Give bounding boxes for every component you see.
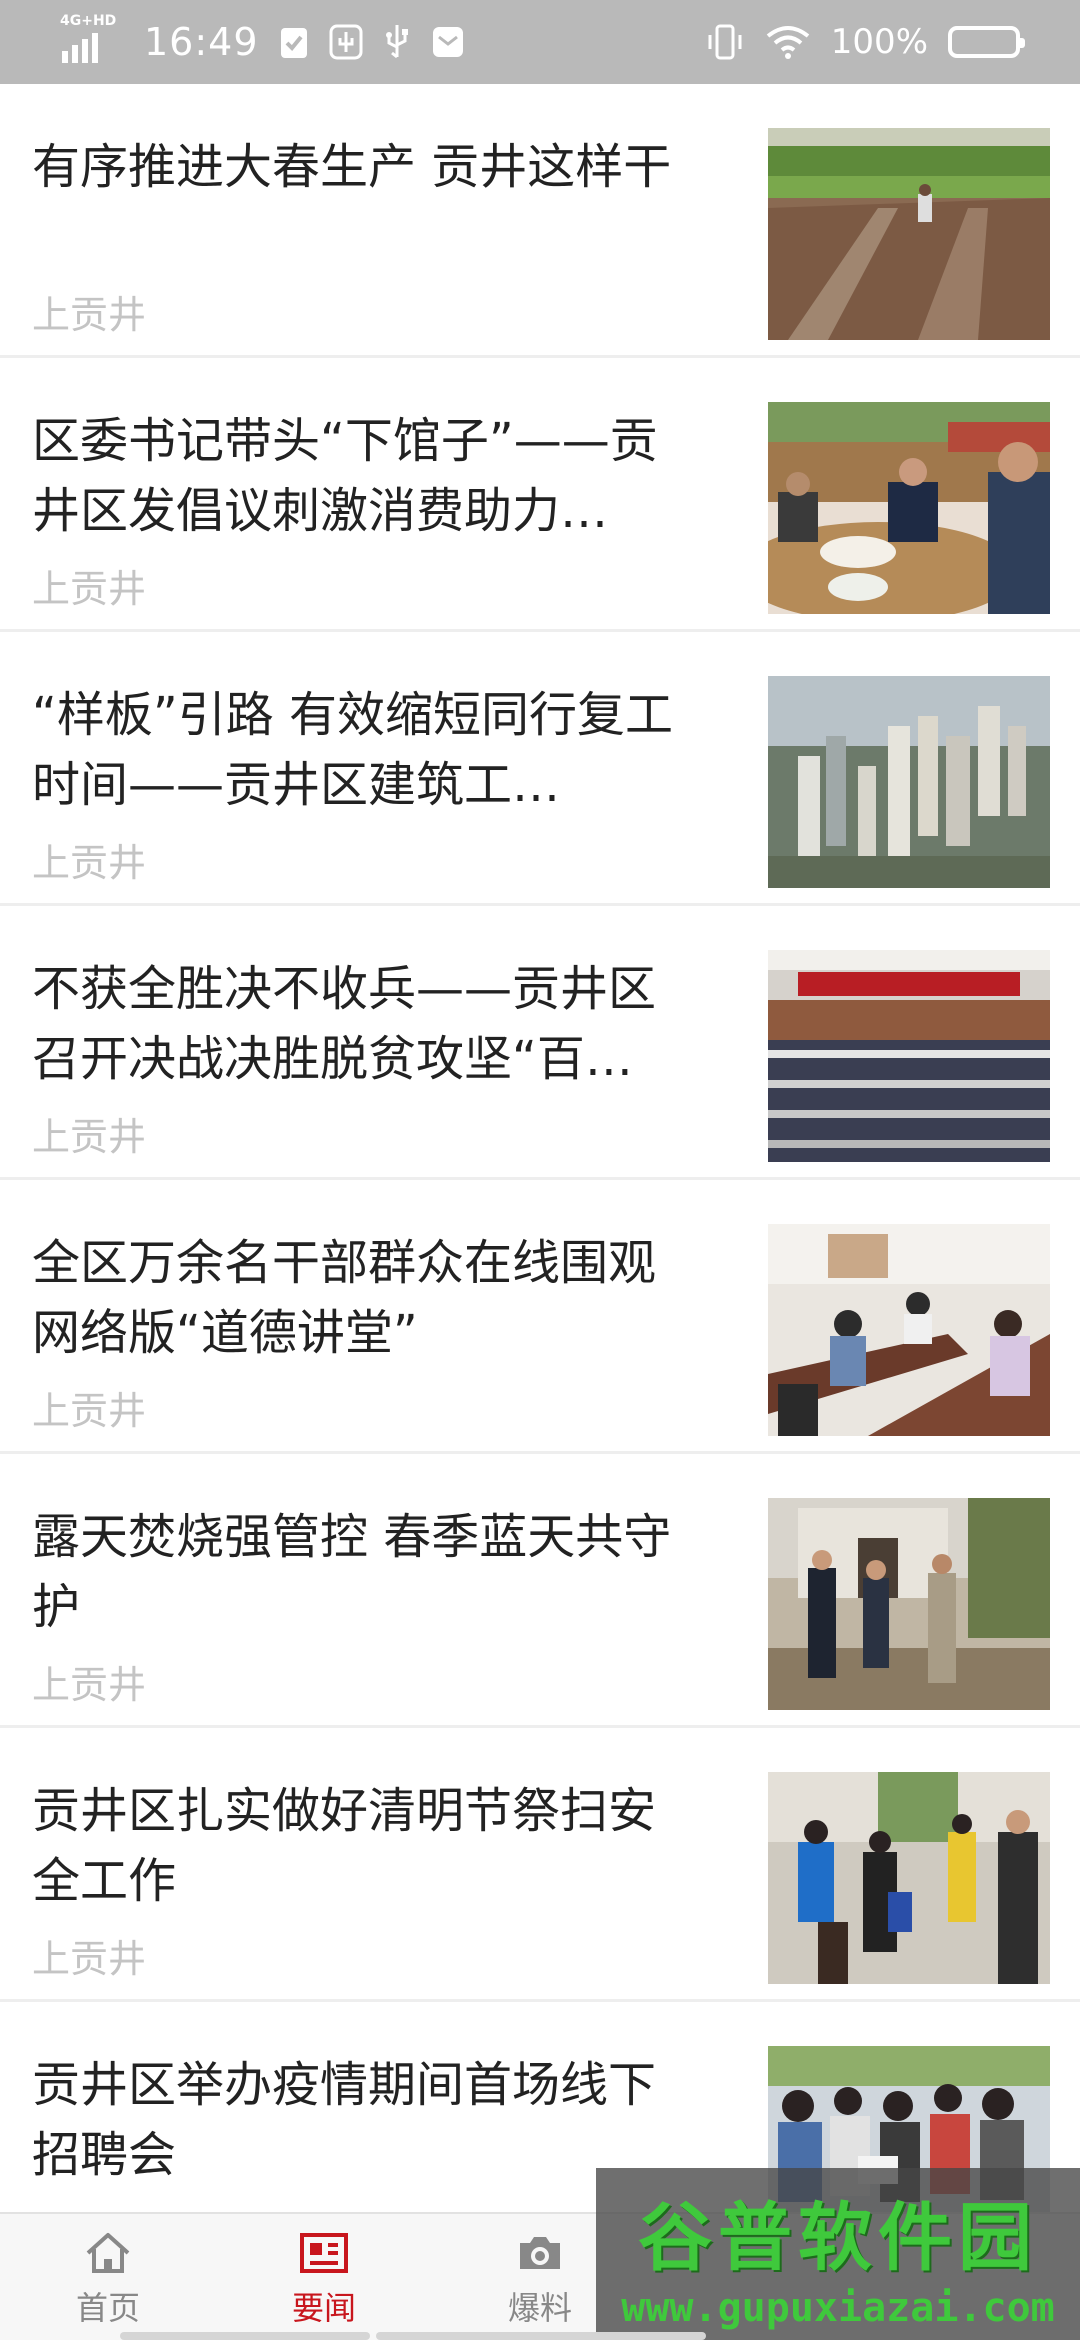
network-type-label: 4G+HD xyxy=(60,13,117,29)
conference-hall-photo xyxy=(768,950,1050,1162)
news-source: 上贡井 xyxy=(32,1663,147,1707)
restaurant-dining-photo xyxy=(768,402,1050,614)
camera-icon xyxy=(514,2227,566,2279)
news-title: 全区万余名干部群众在线围观网络版“道德讲堂” xyxy=(32,1235,657,1361)
status-right: 100% xyxy=(705,22,1025,62)
battery-percent: 100% xyxy=(830,22,928,62)
tab-news[interactable]: 要闻 xyxy=(216,2214,432,2342)
news-title: 有序推进大春生产 贡井这样干 xyxy=(32,139,672,195)
city-buildings-photo xyxy=(768,676,1050,888)
clipboard-check-icon xyxy=(279,24,309,60)
news-source: 上贡井 xyxy=(32,567,147,611)
news-source: 上贡井 xyxy=(32,1115,147,1159)
message-icon xyxy=(431,25,465,59)
news-item[interactable]: 露天焚烧强管控 春季蓝天共守护 上贡井 xyxy=(0,1454,1080,1728)
tab-label: 要闻 xyxy=(291,2289,356,2327)
news-source: 上贡井 xyxy=(32,293,147,337)
battery-icon xyxy=(948,26,1025,58)
meeting-room-photo xyxy=(768,1224,1050,1436)
news-title: 不获全胜决不收兵——贡井区召开决战决胜脱贫攻坚“百… xyxy=(32,961,657,1087)
news-item[interactable]: “样板”引路 有效缩短同行复工时间——贡井区建筑工… 上贡井 xyxy=(0,632,1080,906)
news-title: “样板”引路 有效缩短同行复工时间——贡井区建筑工… xyxy=(32,687,673,813)
status-bar: 4G+HD 16:49 100% xyxy=(0,0,1080,84)
status-left: 4G+HD 16:49 xyxy=(60,13,465,67)
cellular-signal-icon: 4G+HD xyxy=(60,13,124,67)
gesture-bar-left xyxy=(120,2332,370,2340)
tab-home[interactable]: 首页 xyxy=(0,2214,216,2342)
news-title: 露天焚烧强管控 春季蓝天共守护 xyxy=(32,1509,672,1635)
vibrate-icon xyxy=(705,23,745,61)
news-feed: 有序推进大春生产 贡井这样干 上贡井 区委书记带头“下馆子”——贡井区发倡议刺激… xyxy=(0,84,1080,2276)
watermark-url: www.gupuxiazai.com xyxy=(621,2284,1055,2331)
farm-field-photo xyxy=(768,128,1050,340)
volunteers-photo xyxy=(768,1772,1050,1984)
newspaper-icon xyxy=(298,2227,350,2279)
usb-icon xyxy=(383,23,411,61)
news-source: 上贡井 xyxy=(32,1937,147,1981)
tab-label: 爆料 xyxy=(507,2289,572,2327)
news-item[interactable]: 全区万余名干部群众在线围观网络版“道德讲堂” 上贡井 xyxy=(0,1180,1080,1454)
news-item[interactable]: 不获全胜决不收兵——贡井区召开决战决胜脱贫攻坚“百… 上贡井 xyxy=(0,906,1080,1180)
site-watermark: 谷普软件园 www.gupuxiazai.com xyxy=(596,2168,1080,2340)
news-item[interactable]: 贡井区扎实做好清明节祭扫安全工作 上贡井 xyxy=(0,1728,1080,2002)
tab-label: 首页 xyxy=(75,2289,140,2327)
clock: 16:49 xyxy=(144,20,259,64)
gesture-bar-right xyxy=(376,2332,706,2340)
usb-debug-icon xyxy=(329,24,363,60)
news-item[interactable]: 有序推进大春生产 贡井这样干 上贡井 xyxy=(0,84,1080,358)
watermark-title: 谷普软件园 xyxy=(638,2194,1038,2281)
news-item[interactable]: 区委书记带头“下馆子”——贡井区发倡议刺激消费助力… 上贡井 xyxy=(0,358,1080,632)
home-icon xyxy=(82,2227,134,2279)
outdoor-inspection-photo xyxy=(768,1498,1050,1710)
news-title: 贡井区扎实做好清明节祭扫安全工作 xyxy=(32,1783,657,1909)
news-source: 上贡井 xyxy=(32,841,147,885)
news-title: 区委书记带头“下馆子”——贡井区发倡议刺激消费助力… xyxy=(32,413,658,539)
wifi-icon xyxy=(765,24,811,60)
news-source: 上贡井 xyxy=(32,1389,147,1433)
